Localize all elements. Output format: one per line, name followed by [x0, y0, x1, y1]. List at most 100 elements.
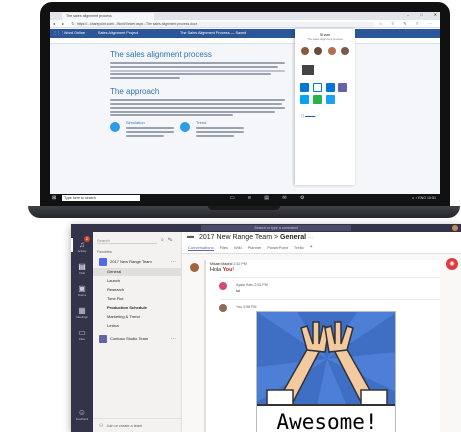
rail-label: Meetings — [76, 315, 88, 319]
message-text: lol — [236, 288, 241, 293]
files-icon: ▭ — [78, 328, 86, 337]
message-author[interactable]: Misael Madrid — [210, 262, 232, 266]
rail-item-feedback[interactable]: ☺ Feedback — [71, 408, 93, 421]
system-tray[interactable]: ∧ ♪ ENG 10:51 — [412, 195, 436, 201]
bullet-circle-icon — [110, 122, 120, 133]
author-avatar[interactable] — [219, 304, 227, 312]
browser-tab-bar: The sales alignment process – □ ✕ — [50, 12, 440, 20]
channel-production-schedule[interactable]: Production Schedule — [93, 304, 181, 312]
document-page: The sales alignment process The approach… — [110, 50, 285, 139]
channel-team-name: 2017 New Range Team — [199, 234, 273, 241]
minimize-icon[interactable]: – — [407, 12, 409, 20]
onenote-icon[interactable] — [325, 83, 335, 92]
bullet-title: Trend — [196, 120, 207, 126]
text-line — [110, 69, 285, 72]
join-create-team[interactable]: ⚇ Join or create a team — [93, 418, 181, 432]
browser-tab[interactable]: The sales alignment process — [62, 13, 154, 20]
laptop: The sales alignment process – □ ✕ ◂ ▸ ↻ … — [28, 2, 460, 228]
add-tab-icon[interactable]: + — [310, 245, 313, 251]
reply-separator — [220, 299, 440, 300]
channel-marketing-trend[interactable]: Marketing & Trend — [93, 313, 181, 321]
tab-conversations[interactable]: Conversations — [188, 245, 214, 251]
word-file-name[interactable]: Sales Alignment Project — [98, 29, 138, 38]
text-line — [196, 130, 244, 133]
close-icon[interactable]: ✕ — [434, 12, 437, 20]
message-author[interactable]: Ayala Sato — [236, 283, 253, 287]
mail-icon[interactable] — [300, 83, 309, 92]
rail-item-activity[interactable]: ♫ Activity — [71, 240, 93, 253]
document-bullets: Simulation Trend — [110, 120, 285, 138]
channel-lexica[interactable]: Lexica — [93, 322, 181, 330]
taskbar-app-icons[interactable]: ▭ e ▤ ✉ ⚙ — [230, 195, 310, 201]
channel-name: General — [280, 234, 307, 241]
messaging-icon[interactable] — [312, 95, 322, 104]
sidebar-section-label: Favorites — [97, 250, 112, 254]
rail-item-files[interactable]: ▭ Files — [71, 328, 93, 341]
word-app-name[interactable]: Word Online — [64, 29, 85, 38]
user-avatar[interactable] — [452, 225, 458, 231]
tab-planner[interactable]: Planner — [248, 245, 262, 251]
contact-avatar[interactable] — [341, 47, 350, 55]
url-field[interactable]: https://...sharepoint.com/...WordViewer.… — [74, 21, 374, 27]
text-line — [110, 77, 180, 80]
search-icon[interactable]: ⌕ — [161, 237, 168, 243]
author-avatar[interactable] — [190, 263, 199, 272]
tab-trello[interactable]: Trello — [294, 245, 304, 251]
get-apps-link[interactable]: ▢ ▬▬▬ — [298, 114, 352, 118]
team-row[interactable]: Contoso Studio Team ··· — [97, 333, 179, 345]
gif-attachment[interactable]: Awesome! — [256, 311, 396, 432]
maximize-icon[interactable]: □ — [420, 12, 422, 20]
text-line — [126, 134, 165, 137]
share-contacts — [298, 47, 352, 55]
waffle-icon[interactable]: ⋮⋮⋮ — [53, 29, 64, 38]
message-post: Misael Madrid 2:52 PM Hola You! Ayala Sa… — [190, 260, 440, 432]
browser-tool-icons[interactable]: ☆ ≡ ✎ ⇪ ⋯ — [379, 21, 436, 26]
contact-avatar[interactable] — [314, 47, 323, 55]
channel-launch[interactable]: Launch — [93, 277, 181, 285]
sidebar-search-input[interactable]: Search — [97, 237, 157, 244]
text-line — [110, 110, 275, 113]
rail-item-meetings[interactable]: ▦ Meetings — [71, 306, 93, 319]
rail-item-chat[interactable]: ▤ Chat — [71, 262, 93, 275]
tab-powerpoint[interactable]: PowerPoint — [267, 245, 287, 251]
tab-wiki[interactable]: Wiki — [234, 245, 242, 251]
contact-avatar[interactable] — [300, 47, 309, 55]
copy-icon[interactable] — [302, 65, 314, 75]
teams-icon[interactable] — [338, 83, 348, 92]
message-mention[interactable]: You — [223, 267, 233, 273]
bullet-title: Simulation — [126, 120, 145, 126]
more-options-icon[interactable]: ··· — [171, 333, 176, 345]
calendar-icon: ▦ — [78, 306, 86, 315]
channel-general[interactable]: General — [93, 268, 181, 276]
author-avatar[interactable] — [219, 282, 227, 290]
channel-tone-flut[interactable]: Tone Flut — [93, 295, 181, 303]
rail-label: Feedback — [75, 417, 89, 421]
more-options-icon[interactable]: ··· — [171, 257, 176, 267]
team-avatar — [99, 335, 107, 343]
cortana-icon[interactable] — [312, 83, 322, 92]
message-author[interactable]: You — [236, 305, 242, 309]
contact-avatar[interactable] — [327, 47, 336, 55]
compose-icon[interactable]: ✎ — [168, 237, 177, 243]
more-options-icon[interactable]: ··· — [308, 235, 313, 241]
team-row[interactable]: 2017 New Range Team ··· — [97, 257, 179, 267]
message-time: 3:58 PM — [243, 305, 257, 309]
channel-research[interactable]: Research — [93, 286, 181, 294]
document-heading: The sales alignment process — [110, 50, 212, 59]
document-subheading: The approach — [110, 87, 160, 97]
tab-files[interactable]: Files — [220, 245, 228, 251]
twitter-icon[interactable] — [325, 95, 335, 104]
meet-now-button[interactable]: ◉ — [446, 258, 458, 270]
laptop-screen: The sales alignment process – □ ✕ ◂ ▸ ↻ … — [50, 12, 440, 202]
command-box[interactable]: Search or type a command — [201, 225, 351, 231]
sidebar-search-icons: ⌕✎ — [161, 237, 176, 243]
text-line — [110, 102, 282, 105]
skype-icon[interactable] — [300, 95, 309, 104]
window-controls: – □ ✕ — [407, 12, 437, 20]
word-ribbon[interactable] — [50, 38, 440, 44]
address-bar: ◂ ▸ ↻ https://...sharepoint.com/...WordV… — [50, 20, 440, 28]
taskbar-search[interactable]: Type here to search — [62, 195, 140, 201]
windows-start-icon[interactable]: ⊞ — [52, 195, 56, 201]
rail-item-teams[interactable]: ▣ Teams — [71, 284, 93, 297]
high-five-illustration — [257, 312, 395, 406]
